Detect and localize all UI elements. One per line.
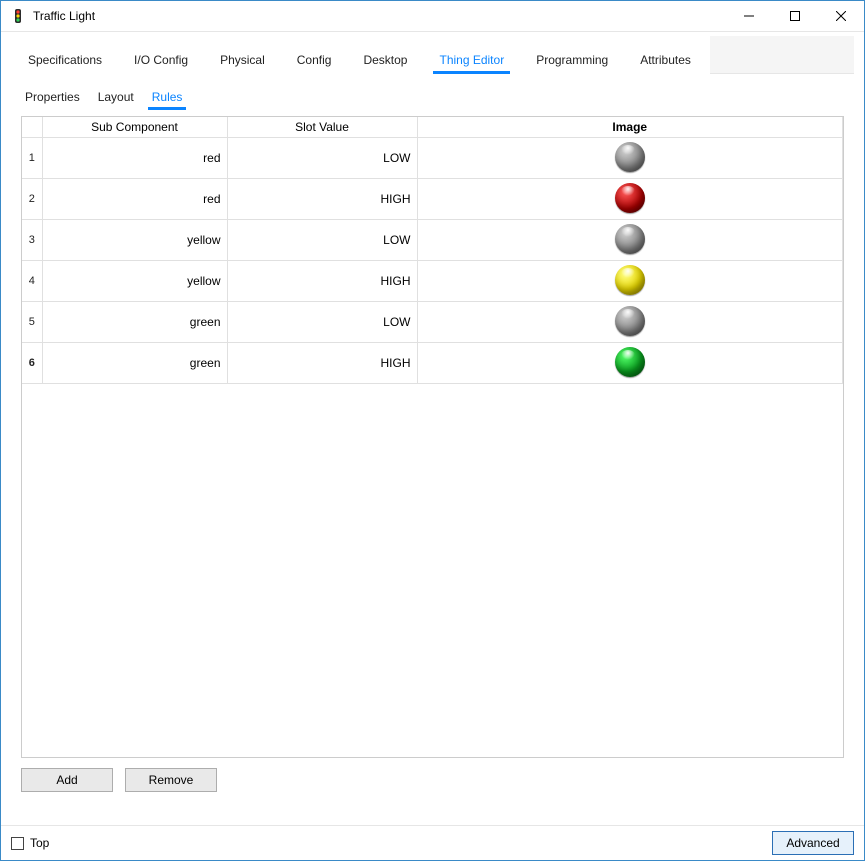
header-sub-component[interactable]: Sub Component (42, 117, 227, 138)
cell-slot-value[interactable]: LOW (227, 220, 417, 261)
rules-table[interactable]: Sub Component Slot Value Image 1redLOW2r… (22, 117, 843, 384)
tab-io-config[interactable]: I/O Config (121, 46, 201, 74)
app-window: Traffic Light Specifications I/O Config … (0, 0, 865, 861)
maximize-button[interactable] (772, 1, 818, 31)
rules-table-container: Sub Component Slot Value Image 1redLOW2r… (21, 116, 844, 758)
remove-button[interactable]: Remove (125, 768, 217, 792)
cell-image[interactable] (417, 179, 843, 220)
minimize-button[interactable] (726, 1, 772, 31)
main-tabstrip: Specifications I/O Config Physical Confi… (1, 32, 864, 74)
light-orb-icon (615, 265, 645, 295)
cell-sub-component[interactable]: red (42, 138, 227, 179)
cell-sub-component[interactable]: green (42, 343, 227, 384)
tab-config[interactable]: Config (284, 46, 345, 74)
titlebar: Traffic Light (1, 1, 864, 32)
table-row[interactable]: 6greenHIGH (22, 343, 843, 384)
row-number[interactable]: 4 (22, 261, 42, 302)
light-orb-icon (615, 142, 645, 172)
row-number[interactable]: 3 (22, 220, 42, 261)
tab-desktop[interactable]: Desktop (350, 46, 420, 74)
subtab-layout[interactable]: Layout (96, 88, 136, 108)
tab-specifications[interactable]: Specifications (15, 46, 115, 74)
close-button[interactable] (818, 1, 864, 31)
sub-tabstrip: Properties Layout Rules (21, 88, 844, 116)
tab-physical[interactable]: Physical (207, 46, 278, 74)
cell-image[interactable] (417, 343, 843, 384)
header-slot-value[interactable]: Slot Value (227, 117, 417, 138)
window-title: Traffic Light (33, 9, 95, 23)
table-row[interactable]: 5greenLOW (22, 302, 843, 343)
cell-slot-value[interactable]: LOW (227, 138, 417, 179)
add-button[interactable]: Add (21, 768, 113, 792)
table-row[interactable]: 4yellowHIGH (22, 261, 843, 302)
cell-image[interactable] (417, 220, 843, 261)
light-orb-icon (615, 224, 645, 254)
row-number[interactable]: 2 (22, 179, 42, 220)
header-image[interactable]: Image (417, 117, 843, 138)
header-rownum (22, 117, 42, 138)
cell-slot-value[interactable]: HIGH (227, 261, 417, 302)
row-number[interactable]: 1 (22, 138, 42, 179)
table-row[interactable]: 1redLOW (22, 138, 843, 179)
top-checkbox-label[interactable]: Top (30, 836, 49, 850)
light-orb-icon (615, 347, 645, 377)
row-number[interactable]: 6 (22, 343, 42, 384)
top-checkbox[interactable] (11, 837, 24, 850)
cell-image[interactable] (417, 261, 843, 302)
subtab-rules[interactable]: Rules (150, 88, 185, 108)
light-orb-icon (615, 306, 645, 336)
table-row[interactable]: 2redHIGH (22, 179, 843, 220)
row-number[interactable]: 5 (22, 302, 42, 343)
cell-slot-value[interactable]: LOW (227, 302, 417, 343)
cell-image[interactable] (417, 302, 843, 343)
subtab-properties[interactable]: Properties (23, 88, 82, 108)
cell-sub-component[interactable]: green (42, 302, 227, 343)
cell-slot-value[interactable]: HIGH (227, 343, 417, 384)
cell-sub-component[interactable]: yellow (42, 261, 227, 302)
tabstrip-filler (710, 36, 854, 74)
light-orb-icon (615, 183, 645, 213)
footer: Top Advanced (1, 825, 864, 860)
tab-thing-editor[interactable]: Thing Editor (426, 46, 517, 74)
app-icon (9, 7, 27, 25)
rules-button-row: Add Remove (21, 768, 844, 792)
cell-image[interactable] (417, 138, 843, 179)
cell-sub-component[interactable]: red (42, 179, 227, 220)
thing-editor-panel: Properties Layout Rules Sub Component Sl… (1, 74, 864, 825)
table-row[interactable]: 3yellowLOW (22, 220, 843, 261)
cell-sub-component[interactable]: yellow (42, 220, 227, 261)
tab-programming[interactable]: Programming (523, 46, 621, 74)
tab-attributes[interactable]: Attributes (627, 46, 704, 74)
cell-slot-value[interactable]: HIGH (227, 179, 417, 220)
advanced-button[interactable]: Advanced (772, 831, 854, 855)
